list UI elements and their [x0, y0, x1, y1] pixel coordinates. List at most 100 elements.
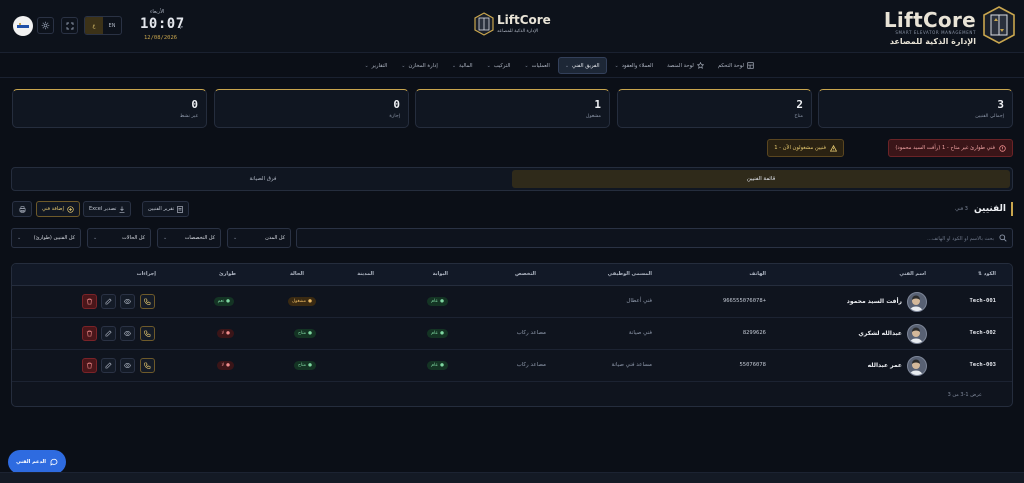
- search-icon: [999, 234, 1007, 242]
- city-filter[interactable]: كل المدن ⌄: [227, 228, 291, 248]
- button-label: إضافة فني: [42, 206, 64, 212]
- view-button[interactable]: [120, 294, 135, 309]
- nav-item[interactable]: لوحة التحكم: [712, 57, 760, 74]
- delete-button[interactable]: [82, 326, 97, 341]
- chevron-down-icon: ⌄: [401, 62, 406, 69]
- nav-item-label: التقارير: [371, 62, 388, 69]
- status-badge: ● مشغول: [287, 297, 316, 306]
- phone-icon: [144, 298, 151, 305]
- alert-emergency-unavailable[interactable]: فني طوارئ غير متاح - 1 (رأفت السيد محمود…: [888, 139, 1013, 157]
- technicians-report-button[interactable]: تقرير الفنيين: [142, 201, 190, 217]
- nav-item[interactable]: التقارير ⌄: [358, 57, 393, 74]
- view-button[interactable]: [120, 358, 135, 373]
- tech-name[interactable]: عمر عبدالله: [868, 362, 902, 369]
- alert-text: فنيين مشغولون الآن - 1: [774, 145, 826, 151]
- company-avatar[interactable]: [13, 16, 33, 36]
- header-emergency: طوارئ: [218, 271, 236, 277]
- stat-label: إجازة: [389, 114, 400, 119]
- emergency-badge: ● لا: [217, 329, 234, 338]
- support-button[interactable]: الدعم الفني: [8, 450, 66, 474]
- technician-type-filter[interactable]: كل الفنيين (طوارئ) ⌄: [11, 228, 81, 248]
- nav-item-label: إدارة المخازن: [408, 62, 438, 69]
- lang-en[interactable]: EN: [103, 17, 121, 34]
- settings-button[interactable]: [37, 17, 54, 34]
- brand-tagline: SMART ELEVATOR MANAGEMENT: [895, 30, 976, 35]
- nav-item[interactable]: الفريق الفني ⌄: [557, 57, 607, 74]
- star-icon: [696, 62, 704, 69]
- stat-value: 3: [997, 98, 1004, 111]
- download-icon: [119, 206, 125, 213]
- tech-job-title: فني صيانة: [628, 330, 652, 336]
- app-header: LiftCore SMART ELEVATOR MANAGEMENT الإدا…: [0, 0, 1024, 53]
- status-filter[interactable]: كل الحالات ⌄: [87, 228, 151, 248]
- add-technician-button[interactable]: إضافة فني: [36, 201, 80, 217]
- stat-value: 2: [796, 98, 803, 111]
- stat-card-inactive: 0 غير نشط: [12, 89, 207, 128]
- header-status: الحالة: [290, 271, 304, 277]
- call-button[interactable]: [140, 326, 155, 341]
- phone-icon: [144, 330, 151, 337]
- clock-time: 10:07: [140, 16, 185, 32]
- call-button[interactable]: [140, 294, 155, 309]
- table-row[interactable]: Tech-002 عبدالله لشكري 8299626 فني صيانة مصا…: [12, 318, 1012, 350]
- export-excel-button[interactable]: تصدير Excel: [83, 201, 132, 217]
- section-title: الفنيين 3 فني: [955, 202, 1013, 216]
- nav-item[interactable]: التركيب ⌄: [481, 57, 517, 74]
- nav-item-label: التركيب: [493, 62, 511, 69]
- chevron-down-icon: ⌄: [364, 62, 369, 69]
- brand-subtitle: الإدارة الذكية للمصاعد: [889, 37, 976, 46]
- nav-item[interactable]: لوحة المنصة: [661, 57, 710, 74]
- tab-technicians-list[interactable]: قائمة الفنيين: [512, 170, 1010, 188]
- nav-item[interactable]: العملاء والعقود ⌄: [609, 57, 660, 74]
- edit-button[interactable]: [101, 358, 116, 373]
- person-avatar-icon: [909, 359, 923, 375]
- technicians-count: 3 فني: [955, 206, 968, 212]
- search-box[interactable]: [296, 228, 1013, 248]
- avatar: [907, 292, 927, 312]
- tech-name[interactable]: رأفت السيد محمود: [847, 298, 902, 305]
- eye-icon: [124, 331, 131, 336]
- search-input[interactable]: [314, 232, 994, 245]
- table-row[interactable]: Tech-003 عمر عبدالله 55076078 مساعد فني صيا…: [12, 350, 1012, 382]
- tab-maintenance-teams[interactable]: فرق الصيانة: [14, 170, 512, 188]
- bottom-bar: [0, 472, 1024, 483]
- stat-card-leave: 0 إجازة: [214, 89, 409, 128]
- print-button[interactable]: [12, 201, 32, 217]
- nav-item[interactable]: إدارة المخازن ⌄: [395, 57, 444, 74]
- stat-value: 1: [594, 98, 601, 111]
- nav-item[interactable]: العمليات ⌄: [518, 57, 555, 74]
- brand-name: LiftCore: [883, 8, 976, 32]
- eye-icon: [124, 363, 131, 368]
- edit-icon: [105, 298, 112, 305]
- lang-ar[interactable]: ع: [85, 17, 103, 34]
- tech-phone: +966555076078: [722, 298, 766, 304]
- view-button[interactable]: [120, 326, 135, 341]
- button-label: تصدير Excel: [89, 206, 117, 212]
- edit-button[interactable]: [101, 326, 116, 341]
- tech-name[interactable]: عبدالله لشكري: [858, 330, 902, 337]
- nav-item-label: لوحة المنصة: [667, 62, 694, 69]
- clock-day: الأربعاء: [150, 9, 165, 15]
- status-badge: ● متاح: [294, 361, 316, 370]
- chevron-down-icon: ⌄: [564, 62, 570, 69]
- language-toggle[interactable]: EN ع: [84, 16, 122, 35]
- nav-item[interactable]: المالية ⌄: [446, 57, 479, 74]
- tech-job-title: فني أعطال: [626, 298, 652, 304]
- stat-card-available: 2 متاح: [617, 89, 812, 128]
- stat-card-busy: 1 مشغول: [415, 89, 610, 128]
- delete-button[interactable]: [82, 358, 97, 373]
- document-icon: [177, 205, 184, 213]
- header-code[interactable]: الكود ⇅: [978, 271, 996, 277]
- specialty-filter[interactable]: كل التخصصات ⌄: [157, 228, 221, 248]
- call-button[interactable]: [140, 358, 155, 373]
- alert-busy-technicians[interactable]: فنيين مشغولون الآن - 1: [767, 139, 844, 157]
- fullscreen-button[interactable]: [61, 17, 78, 34]
- delete-button[interactable]: [82, 294, 97, 309]
- table-row[interactable]: Tech-001 رأفت السيد محمود +966555076078 فني…: [12, 286, 1012, 318]
- stat-label: غير نشط: [179, 114, 198, 119]
- tech-job-title: مساعد فني صيانة: [611, 362, 652, 368]
- edit-button[interactable]: [101, 294, 116, 309]
- brand-logo[interactable]: LiftCore SMART ELEVATOR MANAGEMENT الإدا…: [866, 4, 1016, 48]
- nav-item-label: العمليات: [531, 62, 550, 69]
- nav-item-label: العملاء والعقود: [621, 62, 654, 69]
